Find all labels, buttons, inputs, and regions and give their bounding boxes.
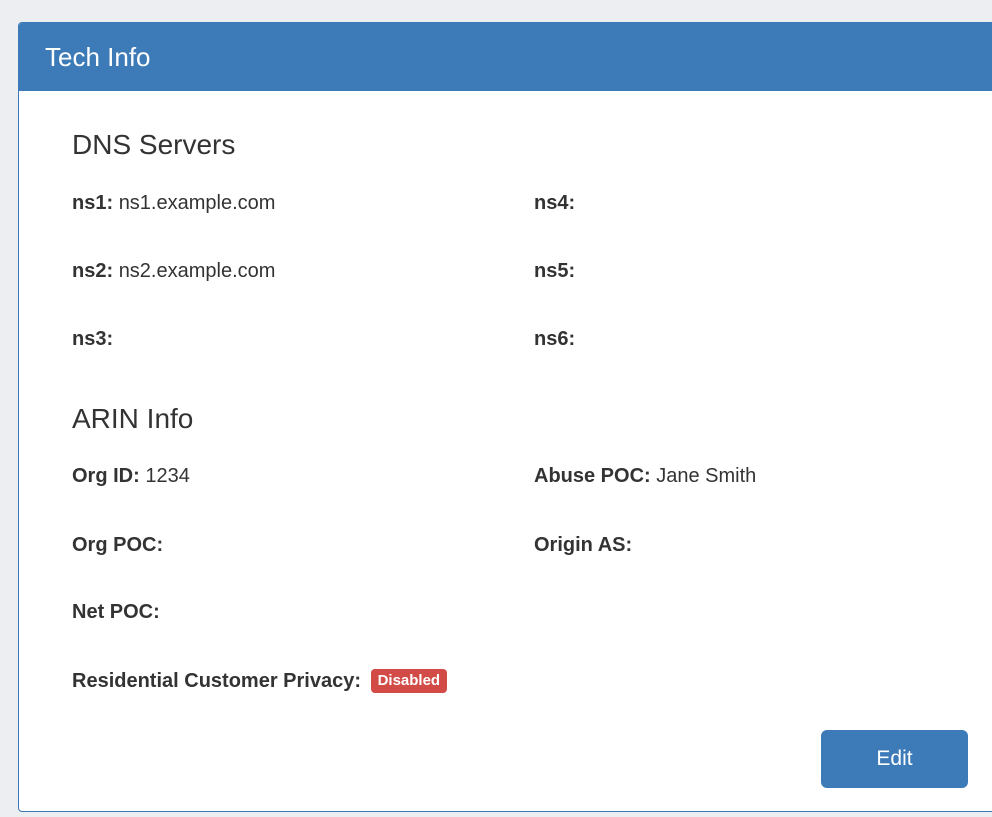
abuse-poc-field: Abuse POC: Jane Smith [534, 465, 756, 488]
ns5-label: ns5: [534, 260, 576, 282]
dns-servers-heading: DNS Servers [72, 129, 236, 160]
org-poc-field: Org POC: [72, 534, 163, 557]
ns1-label: ns1: [72, 192, 114, 214]
arin-info-heading: ARIN Info [72, 403, 194, 434]
ns3-label: ns3: [72, 328, 114, 350]
privacy-status-badge: Disabled [370, 669, 448, 693]
org-id-label: Org ID: [72, 465, 140, 487]
abuse-poc-value: Jane Smith [656, 465, 757, 487]
residential-privacy-label: Residential Customer Privacy: [72, 670, 361, 692]
panel-title: Tech Info [19, 23, 992, 91]
dns-ns2: ns2: ns2.example.com [72, 260, 275, 283]
dns-ns4: ns4: [534, 192, 575, 215]
ns2-label: ns2: [72, 260, 114, 282]
net-poc-label: Net POC: [72, 601, 160, 623]
edit-button[interactable]: Edit [821, 730, 968, 788]
org-poc-label: Org POC: [72, 534, 164, 556]
net-poc-field: Net POC: [72, 601, 160, 624]
dns-ns6: ns6: [534, 328, 575, 351]
org-id-field: Org ID: 1234 [72, 465, 190, 488]
residential-privacy-field: Residential Customer Privacy: Disabled [72, 669, 448, 693]
ns6-label: ns6: [534, 328, 576, 350]
dns-ns3: ns3: [72, 328, 113, 351]
tech-info-panel: Tech Info DNS Servers ns1: ns1.example.c… [18, 22, 992, 812]
origin-as-field: Origin AS: [534, 534, 632, 557]
origin-as-label: Origin AS: [534, 534, 633, 556]
ns1-value: ns1.example.com [118, 192, 276, 214]
abuse-poc-label: Abuse POC: [534, 465, 651, 487]
dns-ns5: ns5: [534, 260, 575, 283]
ns2-value: ns2.example.com [118, 260, 276, 282]
org-id-value: 1234 [145, 465, 190, 487]
ns4-label: ns4: [534, 192, 576, 214]
dns-ns1: ns1: ns1.example.com [72, 192, 275, 215]
